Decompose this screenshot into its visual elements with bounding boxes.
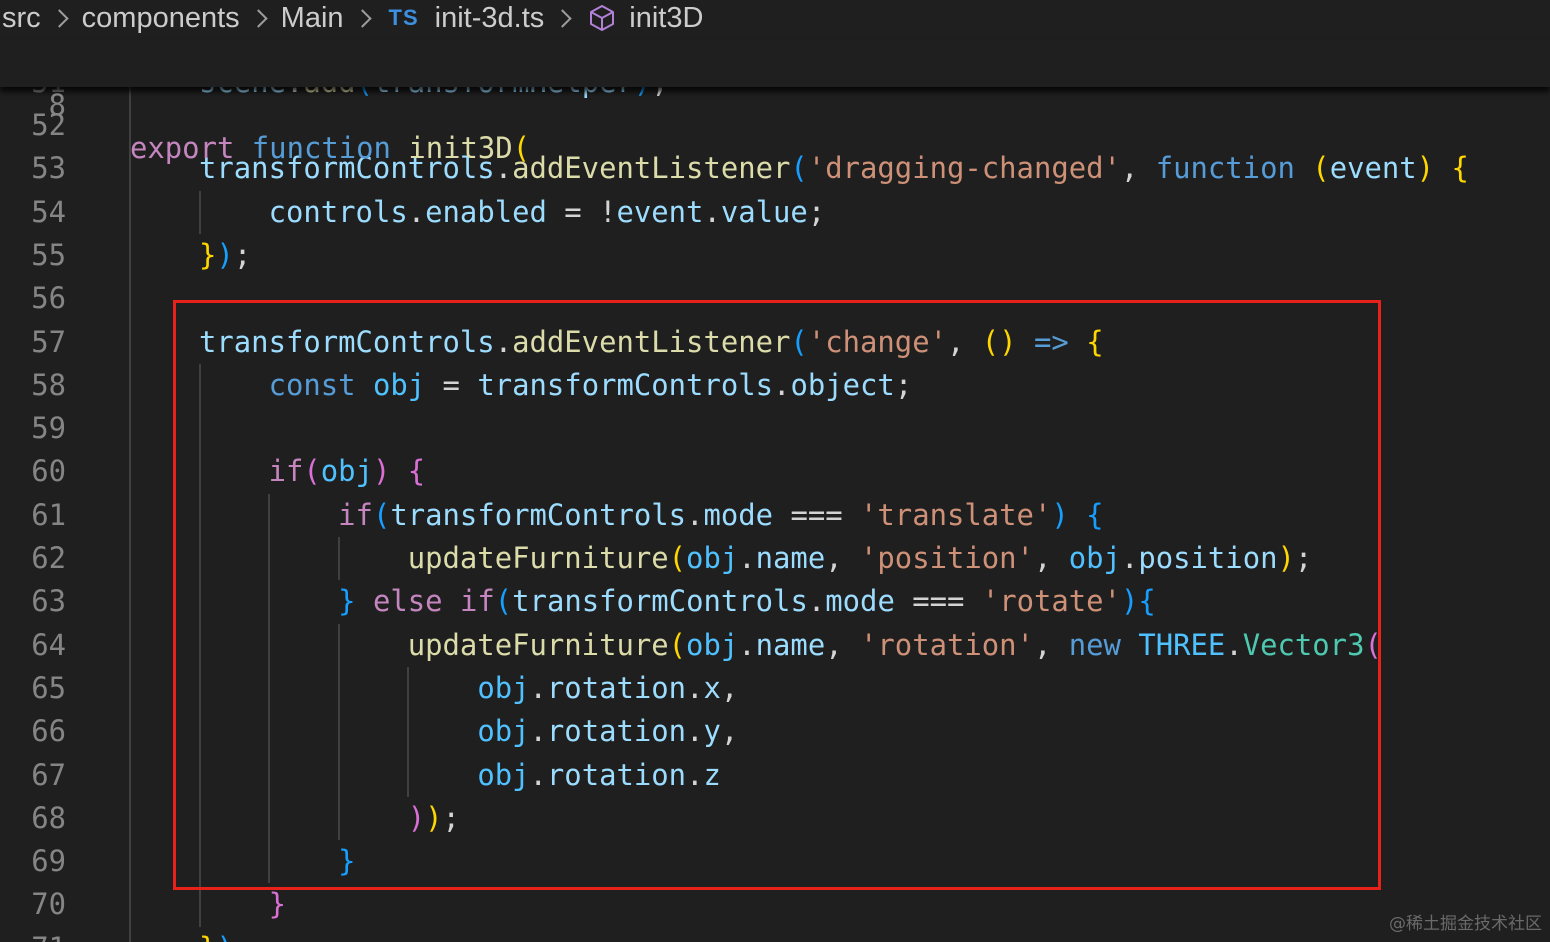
code-text: }); — [199, 234, 251, 277]
code-line[interactable]: 71}); — [0, 927, 1550, 942]
code-token: ; — [233, 237, 252, 272]
code-token: addEventListener — [512, 151, 791, 186]
code-token: event — [616, 194, 704, 229]
code-text: }); — [199, 927, 251, 942]
code-token: . — [703, 194, 721, 229]
code-token: function — [1155, 151, 1295, 186]
code-token: ; — [807, 194, 826, 229]
line-number: 57 — [31, 324, 66, 359]
code-line[interactable]: 55}); — [0, 234, 1550, 277]
line-number: 61 — [31, 497, 66, 532]
line-number: 68 — [31, 800, 66, 835]
code-token: value — [720, 194, 808, 229]
chevron-right-icon — [352, 8, 372, 28]
code-token: ) — [216, 931, 233, 942]
code-token: } — [199, 237, 217, 272]
breadcrumb-item-symbol[interactable]: init3D — [627, 2, 705, 35]
line-number: 63 — [31, 584, 66, 619]
code-token: ; — [234, 931, 251, 942]
watermark: @稀土掘金技术社区 — [1389, 914, 1542, 934]
code-token: ) — [1416, 151, 1435, 186]
breadcrumb: src components Main TS init-3d.ts init3D — [0, 0, 1550, 36]
code-token: ( — [512, 131, 531, 165]
code-token: } — [268, 887, 286, 922]
code-token: enabled — [425, 194, 547, 229]
code-token: function — [251, 131, 391, 165]
line-number: 55 — [31, 237, 66, 272]
line-number: 62 — [31, 541, 66, 575]
line-number: 8 — [48, 88, 66, 122]
code-line[interactable]: 54 controls.enabled = !event.value; — [0, 191, 1550, 234]
line-number: 56 — [31, 281, 66, 316]
line-number: 65 — [31, 670, 66, 705]
code-token: ) — [216, 237, 234, 272]
code-token: controls — [268, 194, 408, 229]
code-token: init3D — [408, 131, 513, 165]
line-number: 69 — [31, 844, 66, 879]
code-token: } — [199, 931, 216, 942]
chevron-right-icon — [553, 8, 572, 28]
code-token: { — [1451, 151, 1469, 186]
sticky-scroll-header[interactable]: 8 export function init3D( — [0, 41, 1550, 165]
cube-icon — [587, 3, 617, 33]
line-number: 60 — [31, 454, 66, 489]
breadcrumb-item-main[interactable]: Main — [279, 2, 346, 35]
chevron-right-icon — [248, 8, 268, 28]
code-token: = ! — [546, 194, 617, 229]
line-number: 64 — [31, 627, 66, 662]
code-token: . — [407, 194, 426, 229]
breadcrumb-item-file[interactable]: init-3d.ts — [433, 2, 547, 35]
code-text: controls.enabled = !event.value; — [199, 191, 826, 234]
code-line[interactable]: export function init3D( — [130, 127, 530, 170]
line-number: 58 — [31, 367, 66, 402]
code-token: , — [1120, 151, 1156, 186]
breadcrumb-item-components[interactable]: components — [80, 2, 242, 35]
code-token: 'dragging-changed' — [807, 151, 1121, 186]
typescript-icon: TS — [388, 5, 419, 30]
code-token: event — [1329, 151, 1417, 186]
line-number: 70 — [31, 887, 66, 922]
line-number: 66 — [31, 714, 66, 749]
line-number: 71 — [0, 927, 66, 942]
line-number: 67 — [31, 757, 66, 792]
breadcrumb-item-src[interactable]: src — [0, 2, 43, 35]
highlight-box — [173, 300, 1381, 890]
code-token: export — [130, 131, 235, 165]
line-number: 59 — [31, 411, 66, 446]
chevron-right-icon — [49, 8, 69, 28]
code-token: ( — [790, 151, 808, 186]
code-token: ( — [1312, 151, 1330, 186]
